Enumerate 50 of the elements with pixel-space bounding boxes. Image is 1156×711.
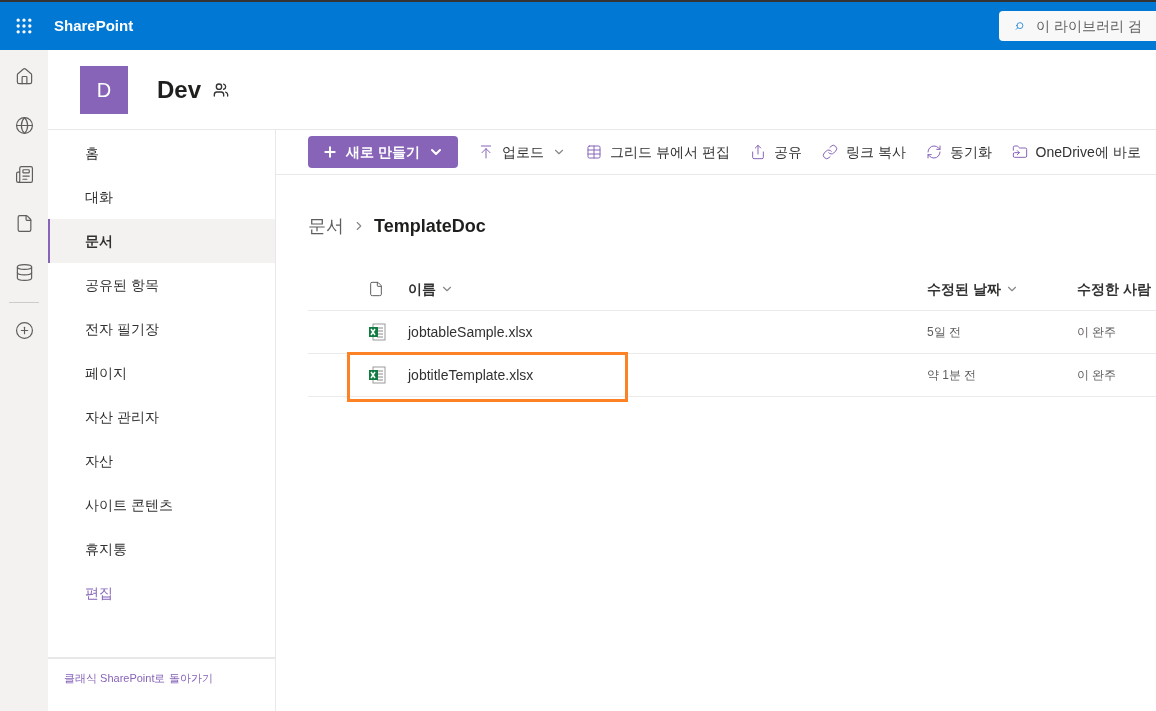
modified-date: 약 1분 전	[927, 367, 978, 384]
toolbar-button[interactable]: 공유	[749, 141, 802, 163]
nav-item[interactable]: 페이지	[48, 351, 275, 395]
file-name[interactable]: jobtableSample.xlsx	[408, 323, 533, 340]
home-icon[interactable]	[14, 67, 34, 86]
newspaper-icon[interactable]	[14, 165, 34, 184]
modified-by: 이 완주	[1077, 324, 1117, 341]
breadcrumb-item[interactable]: TemplateDoc	[374, 212, 486, 240]
toolbar-button[interactable]: 업로드	[477, 141, 566, 163]
column-header[interactable]: 수정된 날짜	[927, 278, 1077, 300]
nav-item[interactable]: 대화	[48, 175, 275, 219]
create-icon[interactable]	[14, 321, 34, 340]
globe-icon[interactable]	[14, 116, 34, 135]
file-name[interactable]: jobtitleTemplate.xlsx	[408, 366, 534, 383]
plus-icon	[322, 144, 338, 160]
team-icon[interactable]	[213, 81, 230, 98]
link-icon	[821, 144, 838, 160]
nav-item[interactable]: 사이트 콘텐츠	[48, 483, 275, 527]
edit-link[interactable]: 편집	[48, 571, 275, 615]
column-header[interactable]: 수정한 사람	[1077, 278, 1151, 300]
spreadsheet-icon	[368, 323, 386, 341]
toolbar-button[interactable]: OneDrive에 바로	[1011, 141, 1141, 163]
modified-date: 5일 전	[927, 324, 962, 341]
nav-item[interactable]: 자산 관리자	[48, 395, 275, 439]
column-header[interactable]: 이름	[408, 278, 927, 300]
toolbar-button[interactable]: 링크 복사	[821, 141, 906, 163]
toolbar-button[interactable]: 그리드 뷰에서 편집	[585, 141, 730, 163]
nav-item[interactable]: 전자 필기장	[48, 307, 275, 351]
nav-item[interactable]: 문서	[48, 219, 275, 263]
nav-item[interactable]: 공유된 항목	[48, 263, 275, 307]
classic-sharepoint-link[interactable]: 클래식 SharePoint로 돌아가기	[64, 672, 213, 684]
nav-item[interactable]: 자산	[48, 439, 275, 483]
app-launcher-icon[interactable]	[14, 16, 34, 36]
site-title[interactable]: Dev	[157, 71, 202, 108]
app-name[interactable]: SharePoint	[54, 14, 134, 38]
spreadsheet-icon	[368, 366, 386, 384]
new-button[interactable]: 새로 만들기	[308, 136, 458, 168]
site-logo[interactable]: D	[80, 65, 128, 114]
grid-icon	[585, 144, 602, 160]
search-box[interactable]: 이 라이브러리 검	[999, 11, 1156, 41]
folder-icon	[1011, 144, 1028, 160]
toolbar-button[interactable]: 동기화	[925, 141, 992, 163]
nav-item[interactable]: 휴지통	[48, 527, 275, 571]
modified-by: 이 완주	[1077, 367, 1117, 384]
share-icon	[749, 144, 766, 160]
breadcrumb-item[interactable]: 문서	[308, 212, 344, 240]
sync-icon	[925, 144, 942, 160]
search-field[interactable]: 이 라이브러리 검	[1036, 15, 1156, 37]
file-type-icon	[368, 281, 384, 297]
nav-item[interactable]: 홈	[48, 131, 275, 175]
